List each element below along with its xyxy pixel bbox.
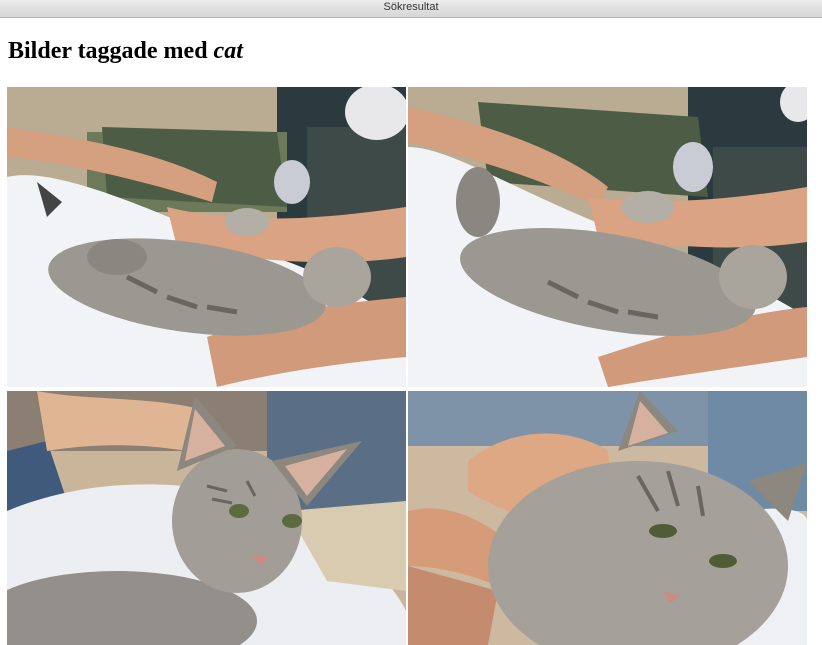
image-gallery [7,87,808,645]
cat-photo-1[interactable] [7,87,406,387]
cat-photo-3[interactable] [7,391,406,645]
page-title: Bilder taggade med cat [8,38,243,65]
cat-photo-4[interactable] [408,391,807,645]
window-title: Sökresultat [383,1,439,13]
page-title-tag: cat [213,38,243,64]
window-titlebar[interactable]: Sökresultat [0,0,822,18]
page-title-prefix: Bilder taggade med [8,38,208,64]
cat-photo-2[interactable] [408,87,807,387]
